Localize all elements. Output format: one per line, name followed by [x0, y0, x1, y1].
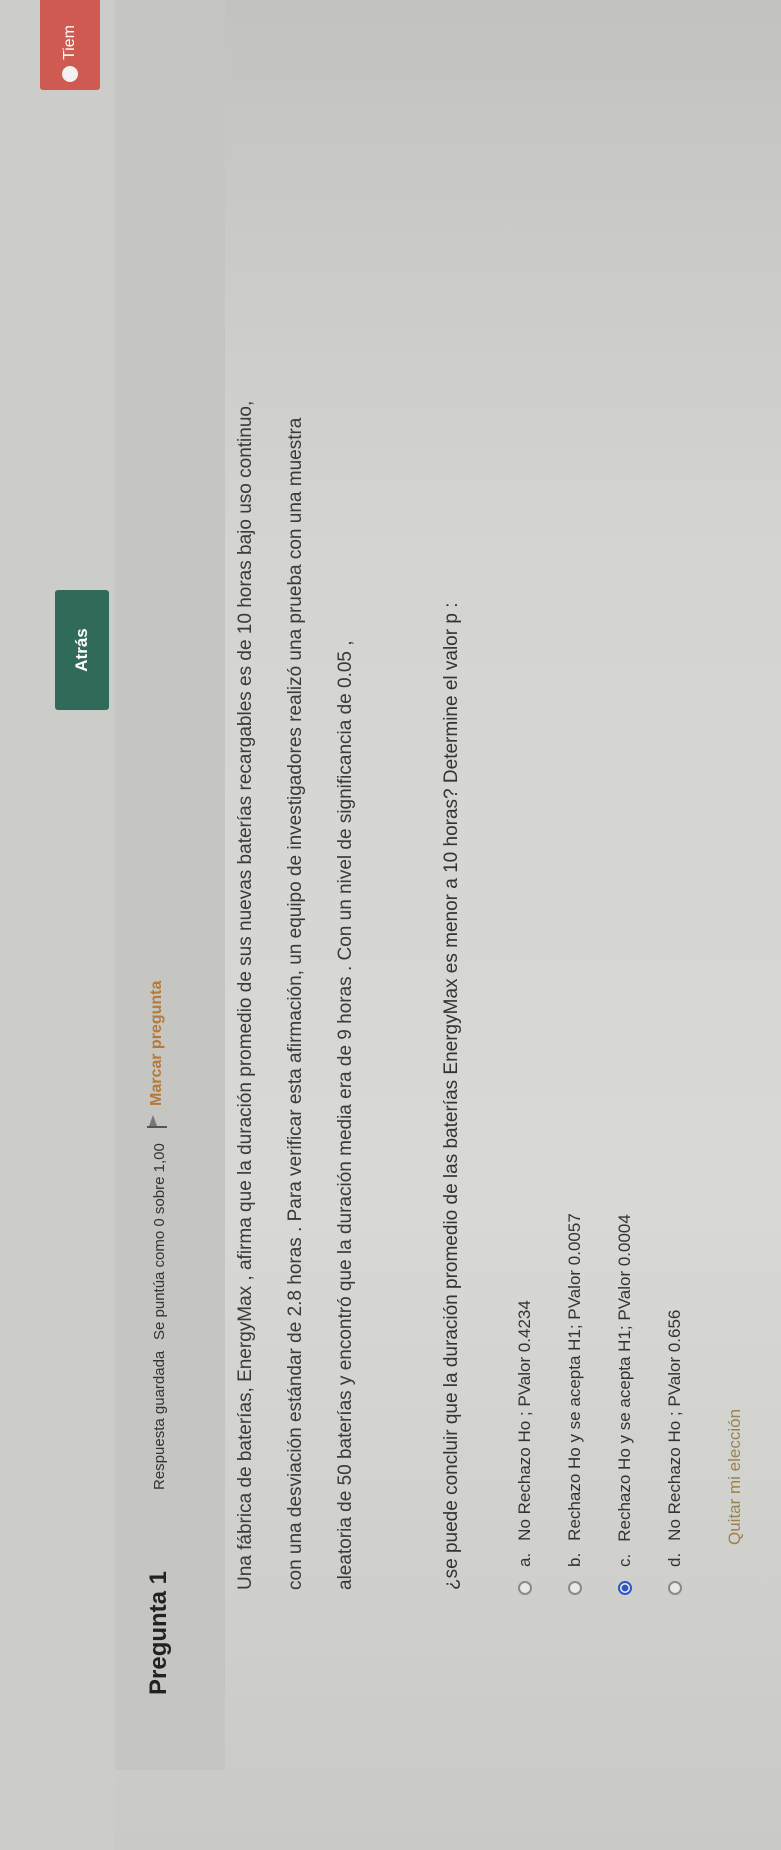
- answer-option-a[interactable]: a. No Rechazo Ho ; PValor 0.4234: [515, 1300, 535, 1595]
- option-text: No Rechazo Ho ; PValor 0.656: [665, 1309, 684, 1541]
- question-text-line: Una fábrica de baterías, EnergyMax , afi…: [235, 400, 256, 1590]
- radio-button[interactable]: [568, 1581, 582, 1595]
- option-text: Rechazo Ho y se acepta H1; PValor 0.0057: [565, 1213, 584, 1541]
- question-prompt: ¿se puede concluir que la duración prome…: [441, 602, 462, 1590]
- timer-label: Tiem: [61, 25, 78, 60]
- answer-option-d[interactable]: d. No Rechazo Ho ; PValor 0.656: [665, 1310, 685, 1595]
- question-info: Pregunta 1 Respuesta guardada Se puntúa …: [115, 0, 225, 1770]
- question-grade: Se puntúa como 0 sobre 1,00: [151, 1143, 168, 1340]
- option-letter: d.: [665, 1552, 684, 1567]
- rotated-page: Atrás Tiem Pregunta 1 Respuesta guardada…: [0, 0, 781, 1850]
- option-letter: c.: [615, 1553, 634, 1567]
- clear-choice-link[interactable]: Quitar mi elección: [725, 1409, 745, 1545]
- answer-option-c[interactable]: c. Rechazo Ho y se acepta H1; PValor 0.0…: [615, 1214, 635, 1595]
- question-title: Pregunta 1: [145, 1570, 172, 1695]
- flag-label: Marcar pregunta: [148, 980, 165, 1106]
- top-bar: Atrás Tiem: [0, 0, 115, 1850]
- answer-option-b[interactable]: b. Rechazo Ho y se acepta H1; PValor 0.0…: [565, 1213, 585, 1595]
- flag-question-link[interactable]: Marcar pregunta: [147, 981, 167, 1130]
- option-letter: a.: [515, 1552, 534, 1567]
- radio-button[interactable]: [518, 1581, 532, 1595]
- clock-icon: [62, 66, 78, 82]
- flag-icon: [147, 1114, 167, 1130]
- option-letter: b.: [565, 1552, 584, 1567]
- option-text: Rechazo Ho y se acepta H1; PValor 0.0004: [615, 1214, 634, 1542]
- timer-badge[interactable]: Tiem: [40, 0, 100, 90]
- question-text-line: con una desviación estándar de 2.8 horas…: [285, 417, 306, 1590]
- question-content: Una fábrica de baterías, EnergyMax , afi…: [225, 0, 781, 1770]
- radio-button-selected[interactable]: [618, 1581, 632, 1595]
- question-text-line: aleatoria de 50 baterías y encontró que …: [335, 640, 356, 1590]
- radio-button[interactable]: [668, 1581, 682, 1595]
- screen: Atrás Tiem Pregunta 1 Respuesta guardada…: [0, 0, 781, 1850]
- question-state: Respuesta guardada: [151, 1350, 168, 1490]
- back-button[interactable]: Atrás: [55, 590, 109, 710]
- option-text: No Rechazo Ho ; PValor 0.4234: [515, 1300, 534, 1541]
